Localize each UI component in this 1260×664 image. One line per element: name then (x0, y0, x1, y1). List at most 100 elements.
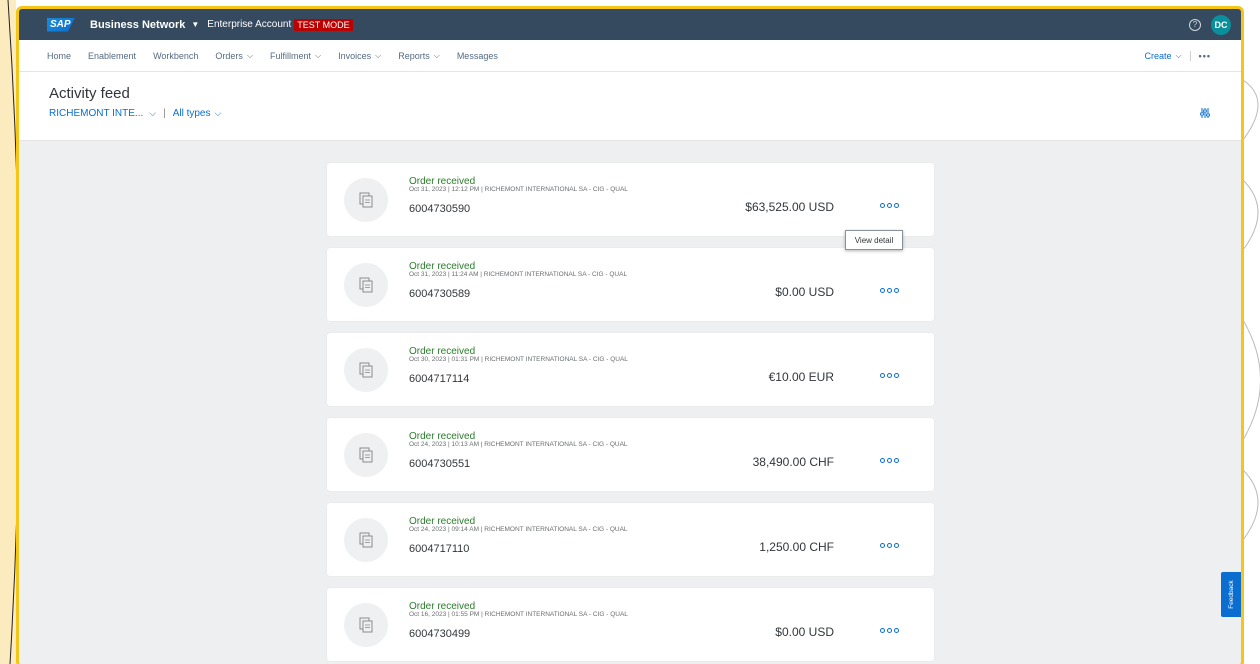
nav-item-label: Home (47, 50, 72, 61)
test-mode-badge: TEST MODE (294, 18, 353, 31)
main-nav: Home Enablement Workbench Orders ⌵ Fulfillmen… (19, 40, 1241, 72)
dot-icon (887, 288, 892, 293)
page-title: Activity feed (49, 85, 130, 102)
dot-icon (887, 628, 892, 633)
chevron-down-icon: ⌵ (1175, 50, 1182, 60)
page-header: Activity feed RICHEMONT INTE... ⌵ | All … (19, 72, 1241, 141)
nav-item-label: Orders (215, 50, 243, 61)
order-amount: $0.00 USD (775, 625, 834, 639)
avatar[interactable]: DC (1211, 14, 1231, 35)
document-icon-circle (344, 518, 388, 562)
left-decoration (0, 0, 16, 664)
more-options-button[interactable] (880, 288, 899, 293)
order-amount: 38,490.00 CHF (752, 455, 834, 469)
customer-filter[interactable]: RICHEMONT INTE... ⌵ (49, 108, 156, 119)
chevron-down-icon[interactable]: ▼ (191, 20, 199, 29)
sap-logo[interactable]: SAP (47, 17, 75, 32)
view-detail-tooltip[interactable]: View detail (845, 230, 903, 250)
document-icon-circle (344, 348, 388, 392)
nav-item-reports[interactable]: Reports ⌵ (398, 51, 440, 61)
document-icon-circle (344, 603, 388, 647)
nav-item-workbench[interactable]: Workbench (153, 51, 198, 61)
document-icon-circle (344, 178, 388, 222)
activity-card[interactable]: Order received Oct 16, 2023 | 01:55 PM |… (327, 588, 934, 661)
right-curve-decoration (1243, 79, 1260, 541)
dot-icon (894, 203, 899, 208)
dot-icon (880, 203, 885, 208)
create-menu[interactable]: Create ⌵ (1144, 51, 1181, 61)
more-options-button[interactable] (880, 203, 899, 208)
order-number[interactable]: 6004730589 (409, 288, 470, 300)
nav-divider (1189, 50, 1191, 61)
activity-card[interactable]: Order received Oct 24, 2023 | 10:13 AM |… (327, 418, 934, 491)
product-title[interactable]: Business Network (90, 19, 185, 31)
order-number[interactable]: 6004730590 (409, 203, 470, 215)
document-icon (359, 617, 373, 633)
chevron-down-icon: ⌵ (214, 108, 222, 118)
chevron-down-icon: ⌵ (433, 50, 440, 60)
dot-icon (887, 458, 892, 463)
more-options-button[interactable] (880, 543, 899, 548)
document-icon-circle (344, 263, 388, 307)
nav-item-label: Enablement (88, 50, 137, 61)
order-amount: $0.00 USD (775, 285, 834, 299)
more-options-button[interactable] (880, 373, 899, 378)
chevron-down-icon: ⌵ (315, 50, 322, 60)
order-number[interactable]: 6004730499 (409, 628, 470, 640)
activity-card[interactable]: Order received Oct 31, 2023 | 11:24 AM |… (327, 248, 934, 321)
help-icon[interactable]: ? (1189, 18, 1201, 31)
dot-icon (880, 543, 885, 548)
chevron-down-icon: ⌵ (375, 50, 382, 60)
document-icon (359, 192, 373, 208)
chevron-down-icon: ⌵ (149, 108, 157, 118)
order-number[interactable]: 6004730551 (409, 458, 470, 470)
nav-item-label: Messages (456, 50, 498, 61)
shell-bar: SAP Business Network ▼ Enterprise Accoun… (19, 9, 1241, 40)
nav-item-invoices[interactable]: Invoices ⌵ (338, 51, 381, 61)
activity-card[interactable]: Order received Oct 24, 2023 | 09:14 AM |… (327, 503, 934, 576)
nav-item-home[interactable]: Home (47, 51, 71, 61)
more-options-button[interactable] (880, 458, 899, 463)
activity-card[interactable]: Order received Oct 31, 2023 | 12:12 PM |… (327, 163, 934, 250)
activity-meta: Oct 16, 2023 | 01:55 PM | RICHEMONT INTE… (409, 611, 628, 618)
more-options-button[interactable] (880, 628, 899, 633)
document-icon (359, 362, 373, 378)
dot-icon (894, 543, 899, 548)
nav-item-label: Invoices (338, 50, 372, 61)
order-number[interactable]: 6004717114 (409, 373, 469, 385)
feedback-label: Feedback (1227, 580, 1235, 609)
activity-feed-list: Order received Oct 31, 2023 | 12:12 PM |… (327, 163, 934, 664)
dot-icon (880, 288, 885, 293)
order-number[interactable]: 6004717110 (409, 543, 469, 555)
settings-sliders-icon[interactable] (1199, 107, 1211, 119)
nav-item-messages[interactable]: Messages (457, 51, 498, 61)
customer-filter-label: RICHEMONT INTE... (49, 108, 144, 119)
feedback-button[interactable]: Feedback (1221, 572, 1241, 617)
filter-divider: | (163, 108, 166, 119)
activity-meta: Oct 31, 2023 | 12:12 PM | RICHEMONT INTE… (409, 186, 628, 193)
chevron-down-icon: ⌵ (246, 50, 254, 60)
dot-icon (894, 288, 899, 293)
nav-item-orders[interactable]: Orders ⌵ (215, 51, 253, 61)
activity-meta: Oct 24, 2023 | 09:14 AM | RICHEMONT INTE… (409, 526, 628, 533)
filter-bar: RICHEMONT INTE... ⌵ | All types ⌵ (49, 108, 1241, 119)
dot-icon (880, 458, 885, 463)
more-menu-button[interactable]: ••• (1199, 51, 1211, 61)
activity-meta: Oct 30, 2023 | 01:31 PM | RICHEMONT INTE… (409, 356, 628, 363)
nav-item-label: Fulfillment (270, 50, 312, 61)
dot-icon (887, 203, 892, 208)
order-amount: 1,250.00 CHF (759, 540, 834, 554)
account-label: Enterprise Account (207, 19, 292, 30)
nav-item-enablement[interactable]: Enablement (88, 51, 136, 61)
dot-icon (894, 628, 899, 633)
type-filter[interactable]: All types ⌵ (173, 108, 222, 119)
dot-icon (894, 458, 899, 463)
nav-item-fulfillment[interactable]: Fulfillment ⌵ (270, 51, 321, 61)
dot-icon (887, 543, 892, 548)
order-amount: $63,525.00 USD (745, 200, 834, 214)
document-icon (359, 277, 373, 293)
dot-icon (880, 628, 885, 633)
dot-icon (887, 373, 892, 378)
app-window: SAP Business Network ▼ Enterprise Accoun… (16, 6, 1244, 664)
activity-card[interactable]: Order received Oct 30, 2023 | 01:31 PM |… (327, 333, 934, 406)
